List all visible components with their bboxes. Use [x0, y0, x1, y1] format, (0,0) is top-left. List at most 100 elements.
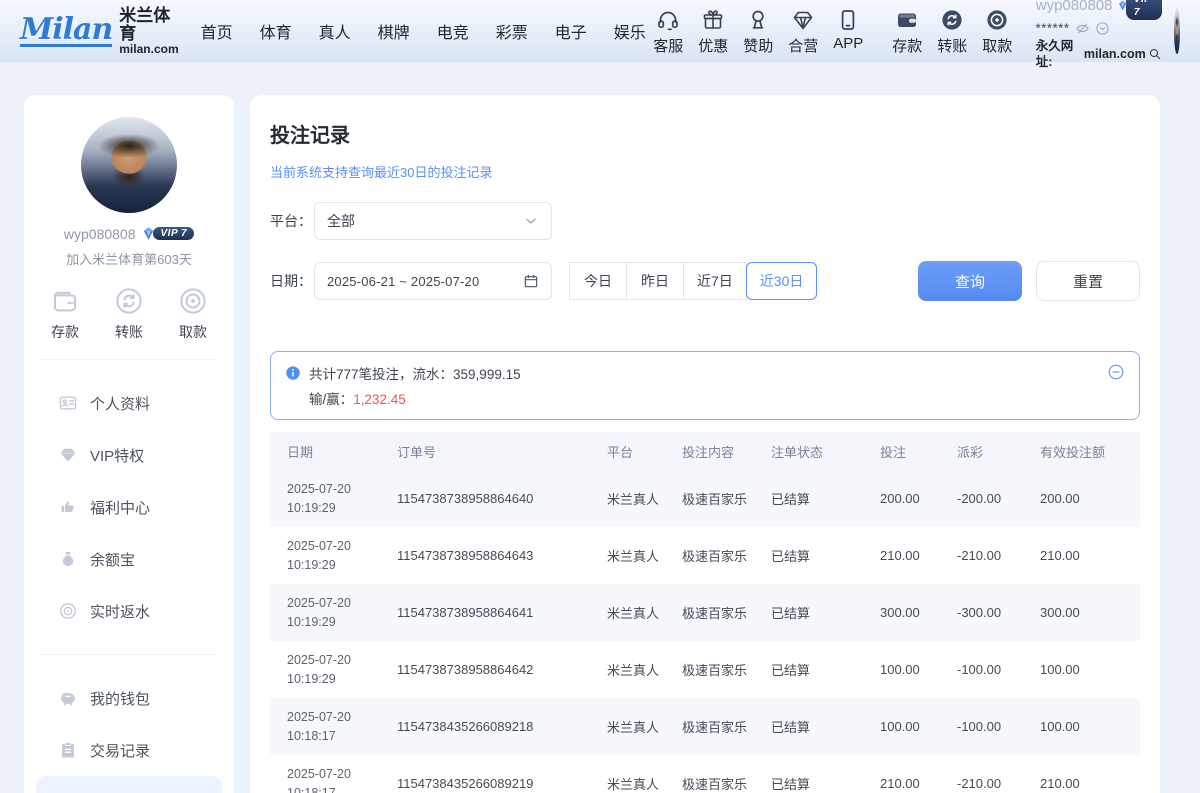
nav-item[interactable]: 娱乐 — [614, 19, 646, 43]
cell-valid-bet: 210.00 — [1040, 776, 1140, 791]
page-subtitle: 当前系统支持查询最近30日的投注记录 — [270, 162, 1140, 181]
headset-icon — [655, 7, 681, 33]
refresh-balance-icon[interactable] — [1095, 21, 1110, 36]
sidebar-quick-action[interactable]: 转账 — [114, 286, 144, 342]
nav-item[interactable]: 彩票 — [496, 19, 528, 43]
info-icon — [285, 365, 301, 381]
username: wyp080808 — [1036, 0, 1113, 16]
deposit-dark-icon — [894, 7, 920, 33]
sidebar-menu-group-1: 个人资料 VIP特权 福利中心 余额宝 实时返水 — [24, 377, 234, 637]
main-content: 投注记录 当前系统支持查询最近30日的投注记录 平台： 全部 日期： 2025-… — [250, 95, 1160, 793]
cell-order-number: 1154738738958864640 — [397, 491, 607, 506]
wallet-action[interactable]: 取款 — [975, 7, 1020, 56]
clipboard-icon — [58, 740, 78, 760]
wallet-action[interactable]: 转账 — [930, 7, 975, 56]
cell-valid-bet: 210.00 — [1040, 548, 1140, 563]
sidebar-menu-item[interactable]: 个人资料 — [36, 377, 222, 429]
cell-payout: -100.00 — [957, 662, 1040, 677]
header-action[interactable]: 赞助 — [736, 7, 781, 56]
quick-date-button[interactable]: 昨日 — [626, 262, 684, 300]
cell-order-number: 1154738738958864641 — [397, 605, 607, 620]
quick-date-button[interactable]: 近30日 — [746, 262, 818, 300]
vip-level-label: VIP 7 — [153, 227, 195, 240]
avatar[interactable] — [1174, 8, 1180, 54]
nav-item[interactable]: 电竞 — [437, 19, 469, 43]
menu-item-label: 福利中心 — [90, 497, 150, 518]
sidebar-menu-item[interactable]: 实时返水 — [36, 585, 222, 637]
quick-action-label: 转账 — [115, 322, 143, 342]
main-nav: 首页 体育 真人 棋牌 电竞 彩票 电子 娱乐 — [201, 19, 646, 43]
quick-date-button[interactable]: 今日 — [569, 262, 627, 300]
table-header-cell: 派彩 — [957, 442, 1040, 461]
avatar[interactable] — [81, 117, 177, 213]
sidebar-menu-group-2: 我的钱包 交易记录 投注记录 — [24, 672, 234, 793]
date-range-input[interactable]: 2025-06-21 ~ 2025-07-20 — [314, 262, 552, 300]
cell-bet-content: 极速百家乐 — [682, 603, 771, 622]
cell-date: 2025-07-2010:18:17 — [287, 765, 397, 793]
sidebar-quick-action[interactable]: 存款 — [50, 286, 80, 342]
cell-valid-bet: 200.00 — [1040, 491, 1140, 506]
nav-item[interactable]: 体育 — [260, 19, 292, 43]
header-action-label: APP — [833, 35, 863, 52]
cell-bet-content: 极速百家乐 — [682, 717, 771, 736]
cell-order-number: 1154738738958864642 — [397, 662, 607, 677]
summary-winloss-prefix: 输/赢： — [309, 392, 353, 407]
header-action[interactable]: 客服 — [646, 7, 691, 56]
wallet-action-label: 存款 — [892, 35, 922, 56]
wallet-outline-icon — [50, 286, 80, 316]
sidebar-menu-item[interactable]: 福利中心 — [36, 481, 222, 533]
idcard-icon — [58, 393, 78, 413]
sidebar-quick-action[interactable]: 取款 — [178, 286, 208, 342]
header-action[interactable]: 合营 — [781, 7, 826, 56]
cell-bet-content: 极速百家乐 — [682, 774, 771, 793]
header-action[interactable]: 优惠 — [691, 7, 736, 56]
date-range-value: 2025-06-21 ~ 2025-07-20 — [327, 274, 479, 289]
cell-platform: 米兰真人 — [607, 660, 682, 679]
brand-logo[interactable]: Milan 米兰体育 milan.com — [20, 7, 179, 55]
sidebar-menu-item[interactable]: 交易记录 — [36, 724, 222, 776]
platform-select[interactable]: 全部 — [314, 202, 552, 240]
cell-date: 2025-07-2010:19:29 — [287, 651, 397, 687]
header-action[interactable]: APP — [826, 7, 871, 56]
table-header-cell: 有效投注额 — [1040, 442, 1140, 461]
quick-date-button[interactable]: 近7日 — [683, 262, 747, 300]
withdraw-outline-icon — [178, 286, 208, 316]
table-header-cell: 投注内容 — [682, 442, 771, 461]
divider — [40, 654, 218, 655]
cell-order-number: 1154738738958864643 — [397, 548, 607, 563]
platform-filter-row: 平台： 全部 — [270, 202, 1140, 240]
cell-payout: -300.00 — [957, 605, 1040, 620]
cell-date: 2025-07-2010:19:29 — [287, 537, 397, 573]
nav-item[interactable]: 棋牌 — [378, 19, 410, 43]
menu-item-label: 个人资料 — [90, 393, 150, 414]
cell-order-number: 1154738435266089219 — [397, 776, 607, 791]
sidebar-menu-item[interactable]: 投注记录 — [36, 776, 222, 793]
brand-name: 米兰体育 — [119, 7, 178, 43]
collapse-icon[interactable] — [1107, 363, 1125, 381]
cell-date: 2025-07-2010:19:29 — [287, 594, 397, 630]
vip-badge: VIP 7 — [140, 225, 195, 242]
cell-status: 已结算 — [771, 774, 880, 793]
partner-icon — [790, 7, 816, 33]
eye-off-icon[interactable] — [1075, 21, 1090, 36]
sidebar-menu-item[interactable]: 余额宝 — [36, 533, 222, 585]
wallet-action-label: 转账 — [937, 35, 967, 56]
table-header-cell: 日期 — [287, 442, 397, 461]
wallet-action[interactable]: 存款 — [885, 7, 930, 56]
magnifier-icon[interactable] — [1148, 47, 1162, 61]
menu-item-label: 我的钱包 — [90, 688, 150, 709]
gem-icon — [58, 445, 78, 465]
reset-button[interactable]: 重置 — [1036, 261, 1140, 301]
cell-status: 已结算 — [771, 660, 880, 679]
sidebar-menu-item[interactable]: VIP特权 — [36, 429, 222, 481]
nav-item[interactable]: 真人 — [319, 19, 351, 43]
moneybag-icon — [58, 549, 78, 569]
nav-item[interactable]: 首页 — [201, 19, 233, 43]
permanent-url: milan.com — [1084, 46, 1146, 62]
vip-gem-icon — [140, 225, 157, 242]
nav-item[interactable]: 电子 — [555, 19, 587, 43]
sidebar-menu-item[interactable]: 我的钱包 — [36, 672, 222, 724]
menu-item-label: 实时返水 — [90, 601, 150, 622]
query-button[interactable]: 查询 — [918, 261, 1022, 301]
quick-date-group: 今日昨日近7日近30日 — [570, 262, 817, 300]
